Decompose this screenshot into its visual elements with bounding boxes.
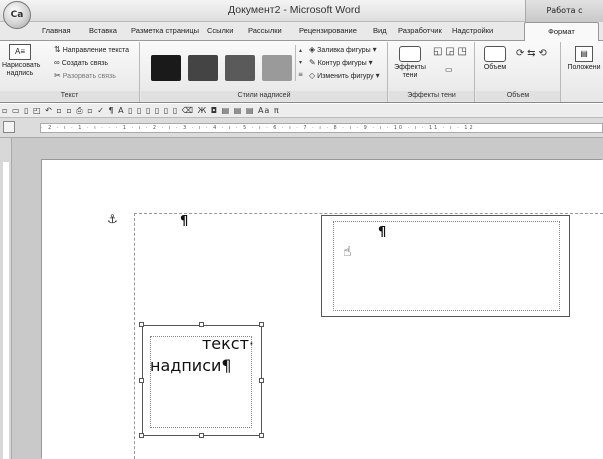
office-button[interactable]: Ca [3, 1, 31, 29]
textbox-2-line-1: текст· [201, 334, 254, 353]
style-swatch-4[interactable] [262, 55, 292, 81]
cube-icon [484, 46, 506, 62]
vertical-ruler[interactable] [0, 138, 12, 459]
resize-handle-bottom[interactable] [199, 433, 204, 438]
styles-gallery-scroll[interactable]: ▴ ▾ ≡ [295, 45, 305, 81]
group-arrange: ▤ Положени [562, 42, 603, 102]
link-icon: ∞ [54, 58, 60, 67]
textbox-2-line-2: надписи¶ [150, 356, 232, 375]
group-3d-effects: Объем ⟳ ⇆ ⟲ Объем [476, 42, 561, 102]
group-shadow-effects: Эффекты тени ◱ ◲ ◳ ▭ Эффекты тени [389, 42, 475, 102]
group-text-label: Текст [0, 91, 139, 101]
group-text: A≡ Нарисовать надпись ⇅ Направление текс… [0, 42, 140, 102]
resize-handle-top-right[interactable] [259, 322, 264, 327]
style-swatch-2[interactable] [188, 55, 218, 81]
tab-mailings[interactable]: Рассылки [248, 26, 282, 35]
context-tab-title: Работа с надписями [525, 0, 603, 37]
draw-textbox-label-1: Нарисовать [2, 62, 41, 69]
word-window: Ca Документ2 - Microsoft Word Работа с н… [0, 0, 603, 459]
group-styles-label: Стили надписей [141, 91, 387, 101]
ruler-scale: · 2 · ı · 1 · ı · · · 1 · ı · 2 · ı · 3 … [40, 123, 603, 133]
paint-bucket-icon: ◈ [309, 45, 316, 54]
3d-tilt-buttons[interactable]: ⟳ ⇆ ⟲ [516, 48, 547, 59]
chevron-down-icon: ▾ [372, 45, 377, 54]
group-3d-label: Объем [476, 91, 560, 101]
resize-handle-top-left[interactable] [139, 322, 144, 327]
shadow-toggle-button[interactable]: ▭ [445, 66, 453, 74]
ribbon: A≡ Нарисовать надпись ⇅ Направление текс… [0, 41, 603, 103]
shapes-icon: ◇ [309, 71, 316, 80]
textbox-icon: A≡ [9, 44, 31, 60]
break-link-label: Разорвать связь [62, 72, 116, 80]
vertical-ruler-scale [3, 162, 9, 459]
text-direction-label: Направление текста [62, 46, 130, 54]
style-swatch-3[interactable] [225, 55, 255, 81]
group-shadow-label: Эффекты тени [389, 91, 474, 101]
tab-home[interactable]: Главная [42, 26, 71, 35]
textbox-2-text[interactable]: текст· надписи¶ [150, 333, 260, 377]
left-margin-guide [134, 213, 135, 459]
resize-handle-left[interactable] [139, 378, 144, 383]
tab-insert[interactable]: Вставка [89, 26, 117, 35]
tab-developer[interactable]: Разработчик [398, 26, 442, 35]
3d-effects-label: Объем [483, 64, 507, 71]
ribbon-tabs: Главная Вставка Разметка страницы Ссылки… [0, 22, 603, 42]
text-direction-button[interactable]: ⇅ Направление текста [54, 46, 129, 54]
text-direction-icon: ⇅ [54, 45, 61, 54]
tab-references[interactable]: Ссылки [207, 26, 233, 35]
shadow-toggle-icon: ▭ [445, 65, 453, 74]
chevron-down-icon: ▾ [375, 71, 380, 80]
horizontal-ruler[interactable]: · 2 · ı · 1 · ı · · · 1 · ı · 2 · ı · 3 … [0, 118, 603, 138]
resize-handle-bottom-right[interactable] [259, 433, 264, 438]
shadow-effects-label-1: Эффекты [394, 64, 426, 71]
position-button[interactable]: ▤ Положени [564, 46, 603, 72]
break-link-button[interactable]: ✂ Разорвать связь [54, 72, 116, 80]
create-link-button[interactable]: ∞ Создать связь [54, 59, 108, 67]
shadow-effects-label-2: тени [402, 72, 418, 79]
textbox-1-paragraph-mark: ¶ [378, 225, 387, 240]
position-label: Положени [567, 64, 601, 71]
mouse-cursor-icon: ☝ [343, 244, 352, 260]
resize-handle-bottom-left[interactable] [139, 433, 144, 438]
tab-selector[interactable] [3, 121, 15, 133]
shadow-icon [399, 46, 421, 62]
tilt-icon: ⟳ ⇆ ⟲ [516, 48, 547, 59]
draw-textbox-button[interactable]: A≡ Нарисовать надпись [2, 44, 41, 78]
shape-fill-button[interactable]: ◈ Заливка фигуры ▾ [309, 46, 377, 54]
document-title: Документ2 - Microsoft Word [228, 4, 361, 16]
shadow-nudge-buttons[interactable]: ◱ ◲ ◳ [433, 46, 467, 57]
chevron-down-icon: ▾ [368, 58, 373, 67]
position-icon: ▤ [575, 46, 593, 62]
tab-addins[interactable]: Надстройки [452, 26, 493, 35]
top-margin-guide [134, 213, 603, 214]
tab-view[interactable]: Вид [373, 26, 387, 35]
create-link-label: Создать связь [61, 59, 109, 67]
shape-fill-label: Заливка фигуры [317, 46, 371, 54]
break-link-icon: ✂ [54, 71, 61, 80]
3d-effects-button[interactable]: Объем [480, 46, 510, 72]
shape-outline-label: Контур фигуры [317, 59, 367, 67]
change-shape-button[interactable]: ◇ Изменить фигуру ▾ [309, 72, 380, 80]
shadow-effects-button[interactable]: Эффекты тени [393, 46, 427, 80]
pen-icon: ✎ [309, 58, 316, 67]
tab-review[interactable]: Рецензирование [299, 26, 357, 35]
paragraph-mark: ¶ [180, 214, 189, 229]
tab-format[interactable]: Формат [524, 22, 599, 42]
group-textbox-styles: ▴ ▾ ≡ ◈ Заливка фигуры ▾ ✎ Контур фигуры ▾… [141, 42, 388, 102]
tab-page-layout[interactable]: Разметка страницы [131, 26, 199, 35]
style-swatch-1[interactable] [151, 55, 181, 81]
quick-access-toolbar[interactable]: ▫ ▭ ▯ ◰ ↶ ▫ ▫ ⎙ ▫ ✓ ¶ A ▯ ▯ ▯ ▯ ▯ ▯ ⌫ Ж … [0, 104, 603, 118]
resize-handle-top[interactable] [199, 322, 204, 327]
title-bar: Ca Документ2 - Microsoft Word Работа с н… [0, 0, 603, 37]
draw-textbox-label-2: надпись [6, 70, 34, 77]
anchor-icon: ⚓ [107, 212, 118, 226]
textbox-1-inner [333, 221, 560, 311]
resize-handle-right[interactable] [259, 378, 264, 383]
shape-outline-button[interactable]: ✎ Контур фигуры ▾ [309, 59, 373, 67]
office-button-label: Ca [10, 10, 24, 20]
change-shape-label: Изменить фигуру [317, 72, 374, 80]
nudge-shadow-icon: ◱ ◲ ◳ [433, 46, 467, 57]
